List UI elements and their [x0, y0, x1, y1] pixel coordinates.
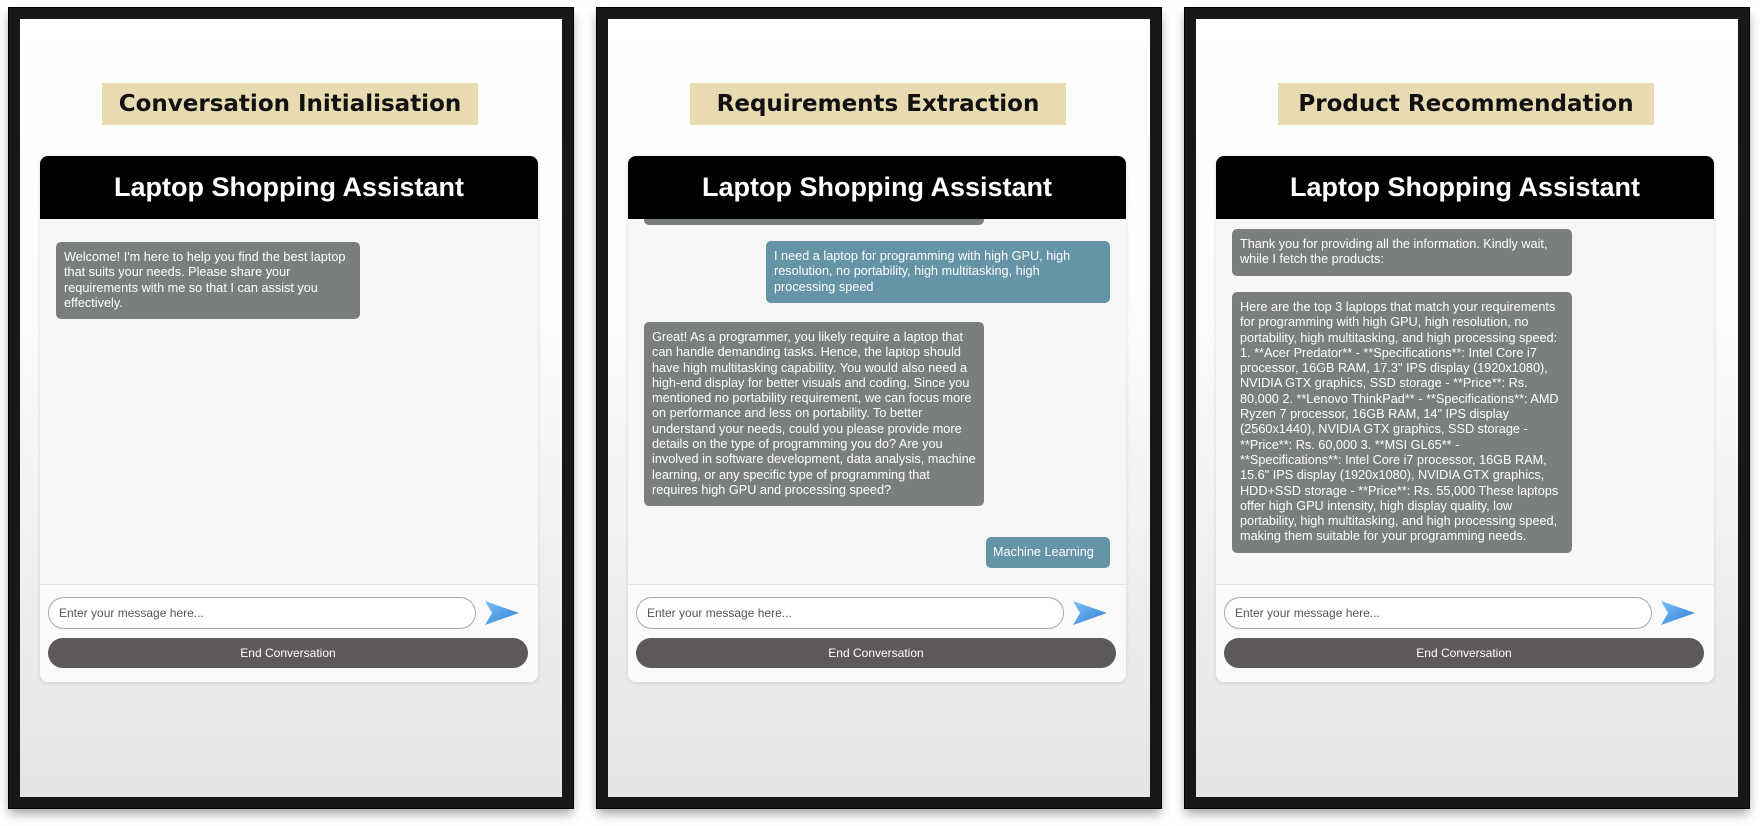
input-bar: End Conversation	[1216, 584, 1714, 682]
message-input[interactable]	[1224, 597, 1652, 629]
panel-conversation-initialisation: Conversation Initialisation Laptop Shopp…	[9, 8, 573, 808]
bot-message: Welcome! I'm here to help you find the b…	[56, 242, 360, 320]
chat-messages[interactable]: Welcome! I'm here to help you find the b…	[40, 219, 538, 584]
user-message: I need a laptop for programming with hig…	[766, 241, 1110, 303]
message-input[interactable]	[636, 597, 1064, 629]
end-conversation-button[interactable]: End Conversation	[1224, 638, 1704, 668]
send-arrow-icon[interactable]	[484, 599, 520, 627]
chat-window: Laptop Shopping Assistant Welcome! I'm h…	[40, 156, 538, 682]
app-title: Laptop Shopping Assistant	[1216, 156, 1714, 219]
stage-title: Conversation Initialisation	[102, 83, 478, 125]
stage-title: Requirements Extraction	[690, 83, 1066, 125]
input-bar: End Conversation	[628, 584, 1126, 682]
user-message: Machine Learning	[986, 537, 1110, 569]
panel-product-recommendation: Product Recommendation Laptop Shopping A…	[1185, 8, 1749, 808]
chat-window: Laptop Shopping Assistant Thank you for …	[1216, 156, 1714, 682]
chat-messages[interactable]: Thank you for providing all the informat…	[1216, 219, 1714, 584]
bot-message: Great! As a programmer, you likely requi…	[644, 322, 984, 507]
end-conversation-button[interactable]: End Conversation	[636, 638, 1116, 668]
bot-message: Thank you for providing all the informat…	[1232, 229, 1572, 276]
stage-title: Product Recommendation	[1278, 83, 1654, 125]
panel-requirements-extraction: Requirements Extraction Laptop Shopping …	[597, 8, 1161, 808]
message-input[interactable]	[48, 597, 476, 629]
bot-message: Here are the top 3 laptops that match yo…	[1232, 292, 1572, 553]
end-conversation-button[interactable]: End Conversation	[48, 638, 528, 668]
app-title: Laptop Shopping Assistant	[628, 156, 1126, 219]
send-arrow-icon[interactable]	[1072, 599, 1108, 627]
chat-window: Laptop Shopping Assistant I need a lapto…	[628, 156, 1126, 682]
app-title: Laptop Shopping Assistant	[40, 156, 538, 219]
chat-messages[interactable]: I need a laptop for programming with hig…	[628, 219, 1126, 584]
input-bar: End Conversation	[40, 584, 538, 682]
send-arrow-icon[interactable]	[1660, 599, 1696, 627]
bot-message-partial	[644, 219, 984, 225]
